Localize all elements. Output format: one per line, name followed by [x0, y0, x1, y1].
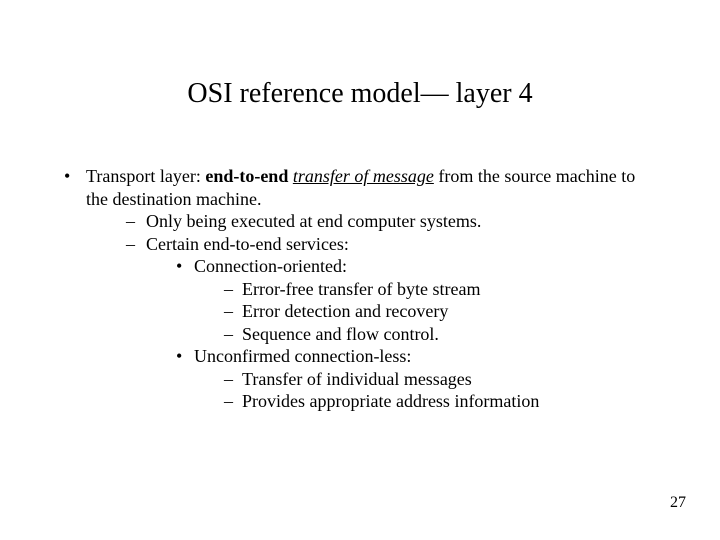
list-item: Error detection and recovery	[220, 300, 660, 323]
list-item: Sequence and flow control.	[220, 323, 660, 346]
text-run: Connection-oriented:	[194, 256, 347, 276]
page-number: 27	[670, 494, 686, 512]
list-item: Error-free transfer of byte stream	[220, 278, 660, 301]
bullet-list-lvl4: Error-free transfer of byte stream Error…	[220, 278, 660, 346]
bullet-list-lvl4: Transfer of individual messages Provides…	[220, 368, 660, 413]
list-item: Transfer of individual messages	[220, 368, 660, 391]
bullet-list-lvl3: Connection-oriented: Error-free transfer…	[172, 255, 660, 413]
text-run-italic-underline: transfer of message	[293, 166, 434, 186]
bullet-list-lvl2: Only being executed at end computer syst…	[122, 210, 660, 413]
list-item: Transport layer: end-to-end transfer of …	[60, 165, 660, 413]
list-item: Provides appropriate address information	[220, 390, 660, 413]
list-item: Unconfirmed connection-less: Transfer of…	[172, 345, 660, 413]
text-run-bold: end-to-end	[205, 166, 288, 186]
slide-body: Transport layer: end-to-end transfer of …	[60, 165, 660, 413]
text-run: Certain end-to-end services:	[146, 234, 349, 254]
list-item: Only being executed at end computer syst…	[122, 210, 660, 233]
list-item: Certain end-to-end services: Connection-…	[122, 233, 660, 413]
intro-text: Transport layer: end-to-end transfer of …	[86, 166, 635, 209]
text-run: Unconfirmed connection-less:	[194, 346, 411, 366]
slide: OSI reference model— layer 4 Transport l…	[0, 0, 720, 540]
text-run: Transport layer:	[86, 166, 205, 186]
list-item: Connection-oriented: Error-free transfer…	[172, 255, 660, 345]
bullet-list-lvl1: Transport layer: end-to-end transfer of …	[60, 165, 660, 413]
slide-title: OSI reference model— layer 4	[0, 78, 720, 110]
